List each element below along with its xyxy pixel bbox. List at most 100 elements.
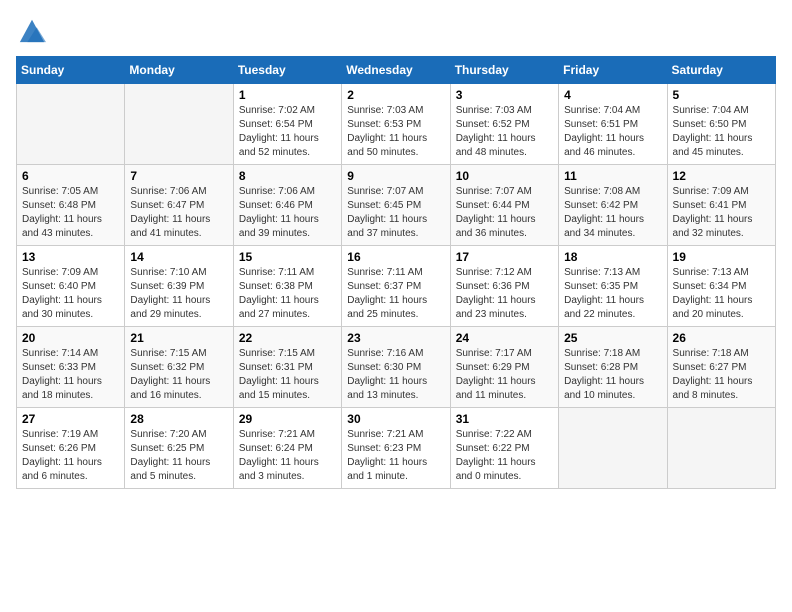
sunrise-text: Sunrise: 7:18 AM	[673, 348, 749, 359]
day-info: Sunrise: 7:18 AM Sunset: 6:27 PM Dayligh…	[673, 347, 770, 403]
day-info: Sunrise: 7:18 AM Sunset: 6:28 PM Dayligh…	[564, 347, 661, 403]
sunrise-text: Sunrise: 7:09 AM	[673, 186, 749, 197]
daylight-text: Daylight: 11 hours and 39 minutes.	[239, 214, 319, 239]
daylight-text: Daylight: 11 hours and 45 minutes.	[673, 133, 753, 158]
day-info: Sunrise: 7:09 AM Sunset: 6:40 PM Dayligh…	[22, 266, 119, 322]
day-info: Sunrise: 7:21 AM Sunset: 6:24 PM Dayligh…	[239, 428, 336, 484]
day-number: 30	[347, 412, 444, 426]
sunset-text: Sunset: 6:53 PM	[347, 119, 421, 130]
day-number: 3	[456, 88, 553, 102]
calendar-cell: 21 Sunrise: 7:15 AM Sunset: 6:32 PM Dayl…	[125, 327, 233, 408]
day-number: 5	[673, 88, 770, 102]
daylight-text: Daylight: 11 hours and 18 minutes.	[22, 376, 102, 401]
day-info: Sunrise: 7:08 AM Sunset: 6:42 PM Dayligh…	[564, 185, 661, 241]
day-number: 25	[564, 331, 661, 345]
daylight-text: Daylight: 11 hours and 3 minutes.	[239, 457, 319, 482]
daylight-text: Daylight: 11 hours and 1 minute.	[347, 457, 427, 482]
sunset-text: Sunset: 6:52 PM	[456, 119, 530, 130]
calendar-cell: 8 Sunrise: 7:06 AM Sunset: 6:46 PM Dayli…	[233, 165, 341, 246]
day-info: Sunrise: 7:15 AM Sunset: 6:32 PM Dayligh…	[130, 347, 227, 403]
daylight-text: Daylight: 11 hours and 5 minutes.	[130, 457, 210, 482]
day-number: 27	[22, 412, 119, 426]
sunrise-text: Sunrise: 7:21 AM	[347, 429, 423, 440]
daylight-text: Daylight: 11 hours and 15 minutes.	[239, 376, 319, 401]
day-info: Sunrise: 7:15 AM Sunset: 6:31 PM Dayligh…	[239, 347, 336, 403]
calendar-cell	[125, 84, 233, 165]
day-info: Sunrise: 7:02 AM Sunset: 6:54 PM Dayligh…	[239, 104, 336, 160]
calendar-cell: 19 Sunrise: 7:13 AM Sunset: 6:34 PM Dayl…	[667, 246, 775, 327]
day-info: Sunrise: 7:07 AM Sunset: 6:45 PM Dayligh…	[347, 185, 444, 241]
calendar-week-row: 20 Sunrise: 7:14 AM Sunset: 6:33 PM Dayl…	[17, 327, 776, 408]
day-number: 9	[347, 169, 444, 183]
sunset-text: Sunset: 6:32 PM	[130, 362, 204, 373]
day-info: Sunrise: 7:09 AM Sunset: 6:41 PM Dayligh…	[673, 185, 770, 241]
sunrise-text: Sunrise: 7:10 AM	[130, 267, 206, 278]
calendar-cell: 17 Sunrise: 7:12 AM Sunset: 6:36 PM Dayl…	[450, 246, 558, 327]
calendar-header-monday: Monday	[125, 57, 233, 84]
day-info: Sunrise: 7:05 AM Sunset: 6:48 PM Dayligh…	[22, 185, 119, 241]
day-number: 14	[130, 250, 227, 264]
calendar-header-friday: Friday	[559, 57, 667, 84]
sunset-text: Sunset: 6:37 PM	[347, 281, 421, 292]
calendar-cell: 20 Sunrise: 7:14 AM Sunset: 6:33 PM Dayl…	[17, 327, 125, 408]
sunset-text: Sunset: 6:29 PM	[456, 362, 530, 373]
sunrise-text: Sunrise: 7:06 AM	[239, 186, 315, 197]
calendar-cell: 25 Sunrise: 7:18 AM Sunset: 6:28 PM Dayl…	[559, 327, 667, 408]
day-number: 8	[239, 169, 336, 183]
day-info: Sunrise: 7:21 AM Sunset: 6:23 PM Dayligh…	[347, 428, 444, 484]
calendar-cell: 12 Sunrise: 7:09 AM Sunset: 6:41 PM Dayl…	[667, 165, 775, 246]
day-number: 7	[130, 169, 227, 183]
sunrise-text: Sunrise: 7:13 AM	[673, 267, 749, 278]
sunrise-text: Sunrise: 7:12 AM	[456, 267, 532, 278]
calendar-header-wednesday: Wednesday	[342, 57, 450, 84]
day-number: 17	[456, 250, 553, 264]
calendar-header-tuesday: Tuesday	[233, 57, 341, 84]
day-number: 24	[456, 331, 553, 345]
day-info: Sunrise: 7:20 AM Sunset: 6:25 PM Dayligh…	[130, 428, 227, 484]
sunset-text: Sunset: 6:34 PM	[673, 281, 747, 292]
sunset-text: Sunset: 6:22 PM	[456, 443, 530, 454]
day-info: Sunrise: 7:16 AM Sunset: 6:30 PM Dayligh…	[347, 347, 444, 403]
daylight-text: Daylight: 11 hours and 16 minutes.	[130, 376, 210, 401]
calendar-cell: 18 Sunrise: 7:13 AM Sunset: 6:35 PM Dayl…	[559, 246, 667, 327]
daylight-text: Daylight: 11 hours and 32 minutes.	[673, 214, 753, 239]
sunset-text: Sunset: 6:47 PM	[130, 200, 204, 211]
daylight-text: Daylight: 11 hours and 22 minutes.	[564, 295, 644, 320]
day-info: Sunrise: 7:22 AM Sunset: 6:22 PM Dayligh…	[456, 428, 553, 484]
day-number: 21	[130, 331, 227, 345]
daylight-text: Daylight: 11 hours and 46 minutes.	[564, 133, 644, 158]
sunset-text: Sunset: 6:33 PM	[22, 362, 96, 373]
sunset-text: Sunset: 6:24 PM	[239, 443, 313, 454]
sunrise-text: Sunrise: 7:21 AM	[239, 429, 315, 440]
day-number: 16	[347, 250, 444, 264]
calendar-header-saturday: Saturday	[667, 57, 775, 84]
sunrise-text: Sunrise: 7:03 AM	[456, 105, 532, 116]
calendar-cell: 7 Sunrise: 7:06 AM Sunset: 6:47 PM Dayli…	[125, 165, 233, 246]
calendar-cell: 23 Sunrise: 7:16 AM Sunset: 6:30 PM Dayl…	[342, 327, 450, 408]
calendar-cell: 6 Sunrise: 7:05 AM Sunset: 6:48 PM Dayli…	[17, 165, 125, 246]
daylight-text: Daylight: 11 hours and 50 minutes.	[347, 133, 427, 158]
sunset-text: Sunset: 6:25 PM	[130, 443, 204, 454]
sunrise-text: Sunrise: 7:04 AM	[673, 105, 749, 116]
calendar-cell: 15 Sunrise: 7:11 AM Sunset: 6:38 PM Dayl…	[233, 246, 341, 327]
daylight-text: Daylight: 11 hours and 23 minutes.	[456, 295, 536, 320]
sunrise-text: Sunrise: 7:07 AM	[347, 186, 423, 197]
sunrise-text: Sunrise: 7:16 AM	[347, 348, 423, 359]
day-number: 6	[22, 169, 119, 183]
calendar-cell	[667, 408, 775, 489]
sunrise-text: Sunrise: 7:15 AM	[239, 348, 315, 359]
calendar-cell: 24 Sunrise: 7:17 AM Sunset: 6:29 PM Dayl…	[450, 327, 558, 408]
day-info: Sunrise: 7:03 AM Sunset: 6:52 PM Dayligh…	[456, 104, 553, 160]
calendar-cell: 22 Sunrise: 7:15 AM Sunset: 6:31 PM Dayl…	[233, 327, 341, 408]
calendar-header-thursday: Thursday	[450, 57, 558, 84]
sunrise-text: Sunrise: 7:09 AM	[22, 267, 98, 278]
day-number: 4	[564, 88, 661, 102]
day-info: Sunrise: 7:11 AM Sunset: 6:37 PM Dayligh…	[347, 266, 444, 322]
day-number: 26	[673, 331, 770, 345]
calendar-cell: 30 Sunrise: 7:21 AM Sunset: 6:23 PM Dayl…	[342, 408, 450, 489]
day-number: 15	[239, 250, 336, 264]
daylight-text: Daylight: 11 hours and 13 minutes.	[347, 376, 427, 401]
page-header	[16, 16, 776, 44]
day-number: 19	[673, 250, 770, 264]
day-number: 18	[564, 250, 661, 264]
